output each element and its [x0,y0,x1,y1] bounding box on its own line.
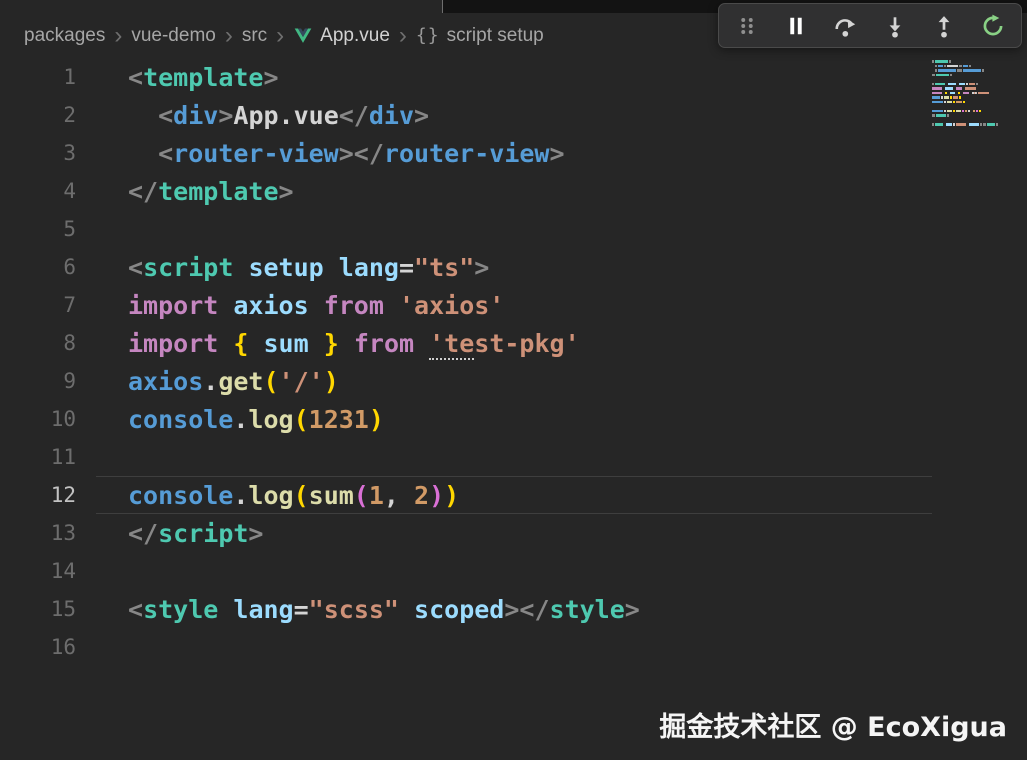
code-line[interactable]: 10 console.log(1231) [0,400,1027,438]
step-into-icon [889,16,900,38]
step-into-button[interactable] [879,10,911,42]
code-line[interactable]: 14 [0,552,1027,590]
watermark: 掘金技术社区 @ EcoXigua [659,712,1007,743]
line-number[interactable]: 4 [0,179,76,203]
code-text: </script> [128,518,264,548]
line-number[interactable]: 12 [0,483,76,507]
chevron-right-icon: › [224,21,233,49]
breadcrumb-file-label: App.vue [320,24,390,46]
restart-button[interactable] [977,10,1009,42]
code-text: console.log(1231) [128,404,384,434]
active-tab-edge[interactable] [0,0,443,13]
breadcrumb-item-script-setup[interactable]: {} script setup [416,25,544,47]
debug-drag-handle[interactable] [731,10,763,42]
breadcrumb-item-src[interactable]: src [242,25,267,47]
code-line[interactable]: 11 [0,438,1027,476]
vscode-window: packages › vue-demo › src › App.vue › {}… [0,0,1027,760]
vue-logo-icon [294,28,312,43]
step-out-button[interactable] [928,10,960,42]
code-line[interactable]: 6 <script setup lang="ts"> [0,248,1027,286]
code-text: import { sum } from 'test-pkg' [128,328,580,360]
code-text: </template> [128,176,294,206]
code-text: <div>App.vue</div> [158,100,430,130]
line-number[interactable]: 7 [0,293,76,317]
line-number[interactable]: 11 [0,445,76,469]
code-line[interactable]: 9 axios.get('/') [0,362,1027,400]
editor[interactable]: 1 <template> 2 <div>App.vue</div> 3 <router… [0,58,1027,666]
line-number[interactable]: 10 [0,407,76,431]
chevron-right-icon: › [114,21,123,49]
code-text: console.log(sum(1, 2)) [128,480,460,510]
code-line[interactable]: 5 [0,210,1027,248]
code-line[interactable]: 15 <style lang="scss" scoped></style> [0,590,1027,628]
step-over-icon [835,18,856,37]
code-line[interactable]: 8 import { sum } from 'test-pkg' [0,324,1027,362]
line-number[interactable]: 14 [0,559,76,583]
code-text: <template> [128,62,279,92]
chevron-right-icon: › [398,21,407,49]
line-number[interactable]: 5 [0,217,76,241]
breadcrumb-item-packages[interactable]: packages [24,25,105,47]
line-number[interactable]: 8 [0,331,76,355]
code-line[interactable]: 7 import axios from 'axios' [0,286,1027,324]
line-number[interactable]: 2 [0,103,76,127]
pause-button[interactable] [780,10,812,42]
code-text: <script setup lang="ts"> [128,252,490,282]
debug-toolbar [718,3,1022,48]
breadcrumb-item-vue-demo[interactable]: vue-demo [131,25,216,47]
line-number[interactable]: 3 [0,141,76,165]
breadcrumb-symbol-label: script setup [446,24,544,46]
minimap-content [932,60,1012,132]
pause-icon [790,17,802,34]
line-number[interactable]: 1 [0,65,76,89]
gripper-icon [741,17,753,34]
code-line[interactable]: 13 </script> [0,514,1027,552]
code-line[interactable]: 1 <template> [0,58,1027,96]
editor-lines: 1 <template> 2 <div>App.vue</div> 3 <router… [0,58,1027,666]
code-line[interactable]: 2 <div>App.vue</div> [0,96,1027,134]
step-over-button[interactable] [829,10,861,42]
step-out-icon [938,15,950,38]
breadcrumb-item-app-vue[interactable]: App.vue [293,25,390,47]
code-line[interactable]: 12 console.log(sum(1, 2)) [0,476,1027,514]
code-text: <router-view></router-view> [158,138,565,168]
code-text: import axios from 'axios' [128,290,505,320]
code-text: <style lang="scss" scoped></style> [128,594,640,624]
line-number[interactable]: 15 [0,597,76,621]
chevron-right-icon: › [276,21,285,49]
symbol-braces-icon: {} [415,25,440,46]
code-text: axios.get('/') [128,366,339,396]
line-number[interactable]: 13 [0,521,76,545]
line-number[interactable]: 6 [0,255,76,279]
code-line[interactable]: 4 </template> [0,172,1027,210]
line-number[interactable]: 9 [0,369,76,393]
line-number[interactable]: 16 [0,635,76,659]
minimap[interactable] [932,58,1012,132]
code-line[interactable]: 16 [0,628,1027,666]
restart-icon [983,14,1003,35]
code-line[interactable]: 3 <router-view></router-view> [0,134,1027,172]
